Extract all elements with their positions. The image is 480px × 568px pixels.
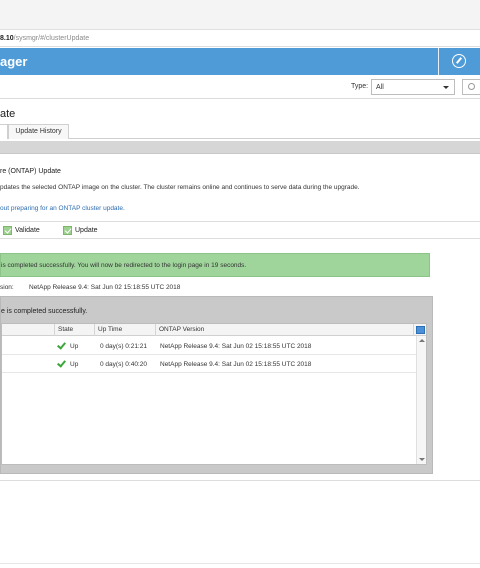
step-title: re (ONTAP) Update: [0, 168, 61, 175]
column-uptime[interactable]: Up Time: [95, 324, 156, 336]
chevron-down-icon: [443, 86, 449, 89]
column-ontap-version[interactable]: ONTAP Version: [156, 324, 414, 336]
step-update-label: Update: [75, 227, 98, 234]
tab-bar: Update History: [0, 124, 480, 139]
tab-update[interactable]: [0, 124, 8, 139]
divider: [0, 563, 480, 564]
type-select[interactable]: All: [371, 79, 455, 95]
page-title: ate: [0, 108, 16, 120]
header-divider: [438, 48, 439, 75]
step-description: pdates the selected ONTAP image on the c…: [0, 184, 360, 191]
type-select-value: All: [376, 84, 384, 91]
table-row[interactable]: Up 0 day(s) 0:21:21 NetApp Release 9.4: …: [2, 337, 416, 355]
column-chooser-icon[interactable]: [416, 326, 425, 334]
column-state[interactable]: State: [55, 324, 95, 336]
section-bar: [0, 141, 480, 154]
table-header: State Up Time ONTAP Version: [2, 324, 426, 336]
row-uptime: 0 day(s) 0:40:20: [100, 361, 147, 368]
nodes-panel: e is completed successfully. State Up Ti…: [0, 296, 433, 474]
filter-bar: Type: All: [0, 75, 480, 99]
address-bar[interactable]: 8.10/sysmgr/#/clusterUpdate: [0, 32, 480, 47]
check-icon: [57, 358, 66, 368]
scroll-down-icon[interactable]: [419, 458, 425, 461]
app-header: ager: [0, 48, 480, 75]
tab-update-history[interactable]: Update History: [8, 124, 69, 139]
tab-update-history-label: Update History: [15, 128, 62, 135]
compass-icon[interactable]: [452, 54, 466, 68]
row-version: NetApp Release 9.4: Sat Jun 02 15:18:55 …: [160, 361, 312, 368]
search-icon[interactable]: [462, 79, 480, 95]
success-banner: is completed successfully. You will now …: [0, 253, 430, 277]
check-icon: [63, 226, 72, 235]
scroll-up-icon[interactable]: [419, 339, 425, 342]
panel-message: e is completed successfully.: [1, 308, 88, 315]
check-icon: [57, 340, 66, 350]
divider: [0, 480, 480, 481]
step-validate-label: Validate: [15, 227, 40, 234]
row-uptime: 0 day(s) 0:21:21: [100, 343, 147, 350]
row-version: NetApp Release 9.4: Sat Jun 02 15:18:55 …: [160, 343, 312, 350]
success-message: is completed successfully. You will now …: [1, 262, 247, 269]
column-node[interactable]: [2, 324, 55, 336]
table-row[interactable]: Up 0 day(s) 0:40:20 NetApp Release 9.4: …: [2, 355, 416, 373]
row-state: Up: [70, 361, 79, 368]
check-icon: [3, 226, 12, 235]
url-text[interactable]: 8.10/sysmgr/#/clusterUpdate: [0, 35, 89, 42]
vertical-scrollbar[interactable]: [416, 336, 426, 464]
row-state: Up: [70, 343, 79, 350]
version-value: NetApp Release 9.4: Sat Jun 02 15:18:55 …: [29, 284, 181, 291]
browser-chrome: [0, 0, 480, 30]
version-label: sion:: [0, 284, 14, 291]
nodes-table: State Up Time ONTAP Version Up 0 day(s) …: [1, 323, 427, 465]
app-title: ager: [0, 54, 28, 69]
prepare-update-link[interactable]: out preparing for an ONTAP cluster updat…: [0, 205, 125, 212]
type-label: Type:: [351, 83, 369, 90]
update-steps: Validate Update: [0, 221, 480, 239]
